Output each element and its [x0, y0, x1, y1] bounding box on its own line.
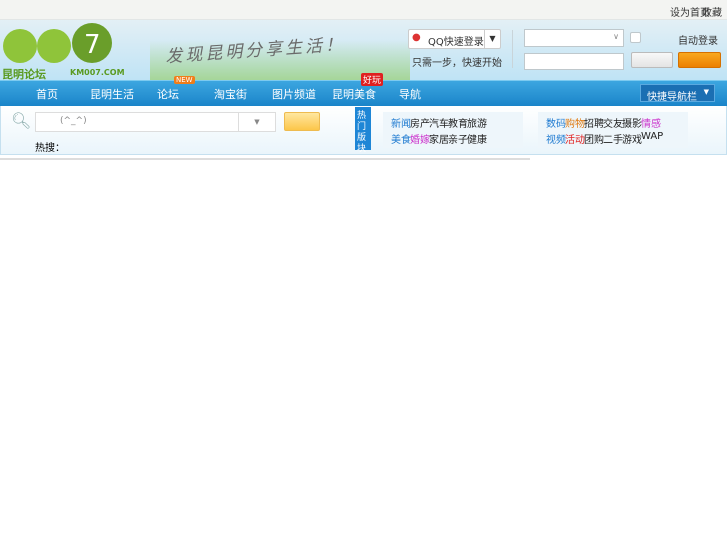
- quick-link[interactable]: 摄影: [622, 115, 642, 130]
- nav-home[interactable]: 首页: [36, 86, 58, 102]
- favorite-link[interactable]: 收藏: [702, 4, 722, 19]
- logo-sub: KM007.COM: [70, 68, 125, 77]
- quick-nav-dropdown[interactable]: 快捷导航栏 ▼: [640, 84, 715, 103]
- qq-login-label: QQ快速登录: [428, 37, 484, 48]
- logo-circles-icon: 7: [3, 23, 112, 63]
- search-type-dropdown[interactable]: ▼: [238, 113, 275, 131]
- register-button[interactable]: [678, 52, 721, 68]
- quick-link[interactable]: 交友: [603, 115, 623, 130]
- quick-link[interactable]: 游戏: [622, 131, 642, 146]
- nav-guide[interactable]: 导航: [399, 86, 421, 102]
- quick-link[interactable]: 健康: [467, 131, 487, 146]
- quick-link[interactable]: WAP: [641, 131, 663, 142]
- hot-search-label: 热搜：: [35, 143, 65, 154]
- header: 设为首页 收藏 7 昆明论坛 KM007.COM 发现昆明分享生活！ ● QQ快…: [0, 0, 727, 81]
- main-nav: 首页 昆明生活 论坛 NEW 淘宝街 图片频道 昆明美食 好玩 导航 快捷导航栏…: [0, 73, 727, 106]
- new-badge: NEW: [174, 76, 195, 84]
- search-bar: 🔍︎ (^_^) ▼ 热搜： 热门版块 新闻 房产 汽车 教育 旅游美食 婚嫁 家居 亲子 健康…: [0, 106, 727, 155]
- nav-forum[interactable]: 论坛: [157, 86, 179, 102]
- quick-link[interactable]: 旅游: [467, 115, 487, 130]
- svg-text:7: 7: [84, 30, 101, 60]
- search-button[interactable]: [284, 112, 320, 131]
- login-type-select[interactable]: ∨: [524, 29, 624, 47]
- quick-link[interactable]: 购物: [565, 115, 585, 130]
- hot-badge: 好玩: [361, 73, 384, 86]
- quick-link[interactable]: 视频: [546, 131, 566, 146]
- chevron-down-icon: ▼: [703, 88, 709, 96]
- quick-nav-label: 快捷导航栏: [647, 92, 697, 103]
- divider: [512, 30, 513, 68]
- auto-login-label: 自动登录: [678, 36, 718, 47]
- qq-login-button[interactable]: ● QQ快速登录 ▼: [408, 29, 501, 49]
- hot-tab[interactable]: 热门版块: [355, 107, 371, 154]
- nav-taobao[interactable]: 淘宝街: [214, 86, 247, 102]
- login-button[interactable]: [631, 52, 673, 68]
- nav-food[interactable]: 昆明美食: [332, 86, 376, 102]
- quick-link[interactable]: 团购: [584, 131, 604, 146]
- nav-life[interactable]: 昆明生活: [90, 86, 134, 102]
- auto-login-checkbox[interactable]: [630, 32, 641, 43]
- top-bar: 设为首页 收藏: [0, 0, 727, 20]
- quick-link[interactable]: 家居: [429, 131, 449, 146]
- link-group-b: 数码 购物 招聘 交友 摄影 情感视频 活动 团购 二手 游戏 WAP: [538, 112, 688, 148]
- quick-link[interactable]: 汽车: [429, 115, 449, 130]
- quick-link[interactable]: 亲子: [448, 131, 468, 146]
- nav-pictures[interactable]: 图片频道: [272, 86, 316, 102]
- password-input[interactable]: [524, 53, 624, 70]
- logo[interactable]: 7 昆明论坛 KM007.COM: [2, 18, 132, 81]
- quick-link[interactable]: 教育: [448, 115, 468, 130]
- divider: [0, 158, 530, 160]
- qq-tip: 只需一步，快速开始: [412, 58, 502, 69]
- quick-link[interactable]: 情感: [641, 115, 661, 130]
- quick-link[interactable]: 美食: [391, 131, 411, 146]
- search-placeholder: (^_^): [60, 116, 87, 126]
- quick-link[interactable]: 二手: [603, 131, 623, 146]
- quick-link[interactable]: 房产: [410, 115, 430, 130]
- quick-link[interactable]: 活动: [565, 131, 585, 146]
- chevron-down-icon[interactable]: ▼: [484, 30, 500, 48]
- quick-link[interactable]: 婚嫁: [410, 131, 430, 146]
- qq-penguin-icon: ●: [412, 32, 421, 43]
- search-icon: 🔍︎: [11, 111, 32, 130]
- quick-link[interactable]: 招聘: [584, 115, 604, 130]
- link-group-a: 新闻 房产 汽车 教育 旅游美食 婚嫁 家居 亲子 健康: [383, 112, 523, 148]
- search-input[interactable]: (^_^) ▼: [35, 112, 276, 132]
- quick-link[interactable]: 新闻: [391, 115, 411, 130]
- quick-link[interactable]: 数码: [546, 115, 566, 130]
